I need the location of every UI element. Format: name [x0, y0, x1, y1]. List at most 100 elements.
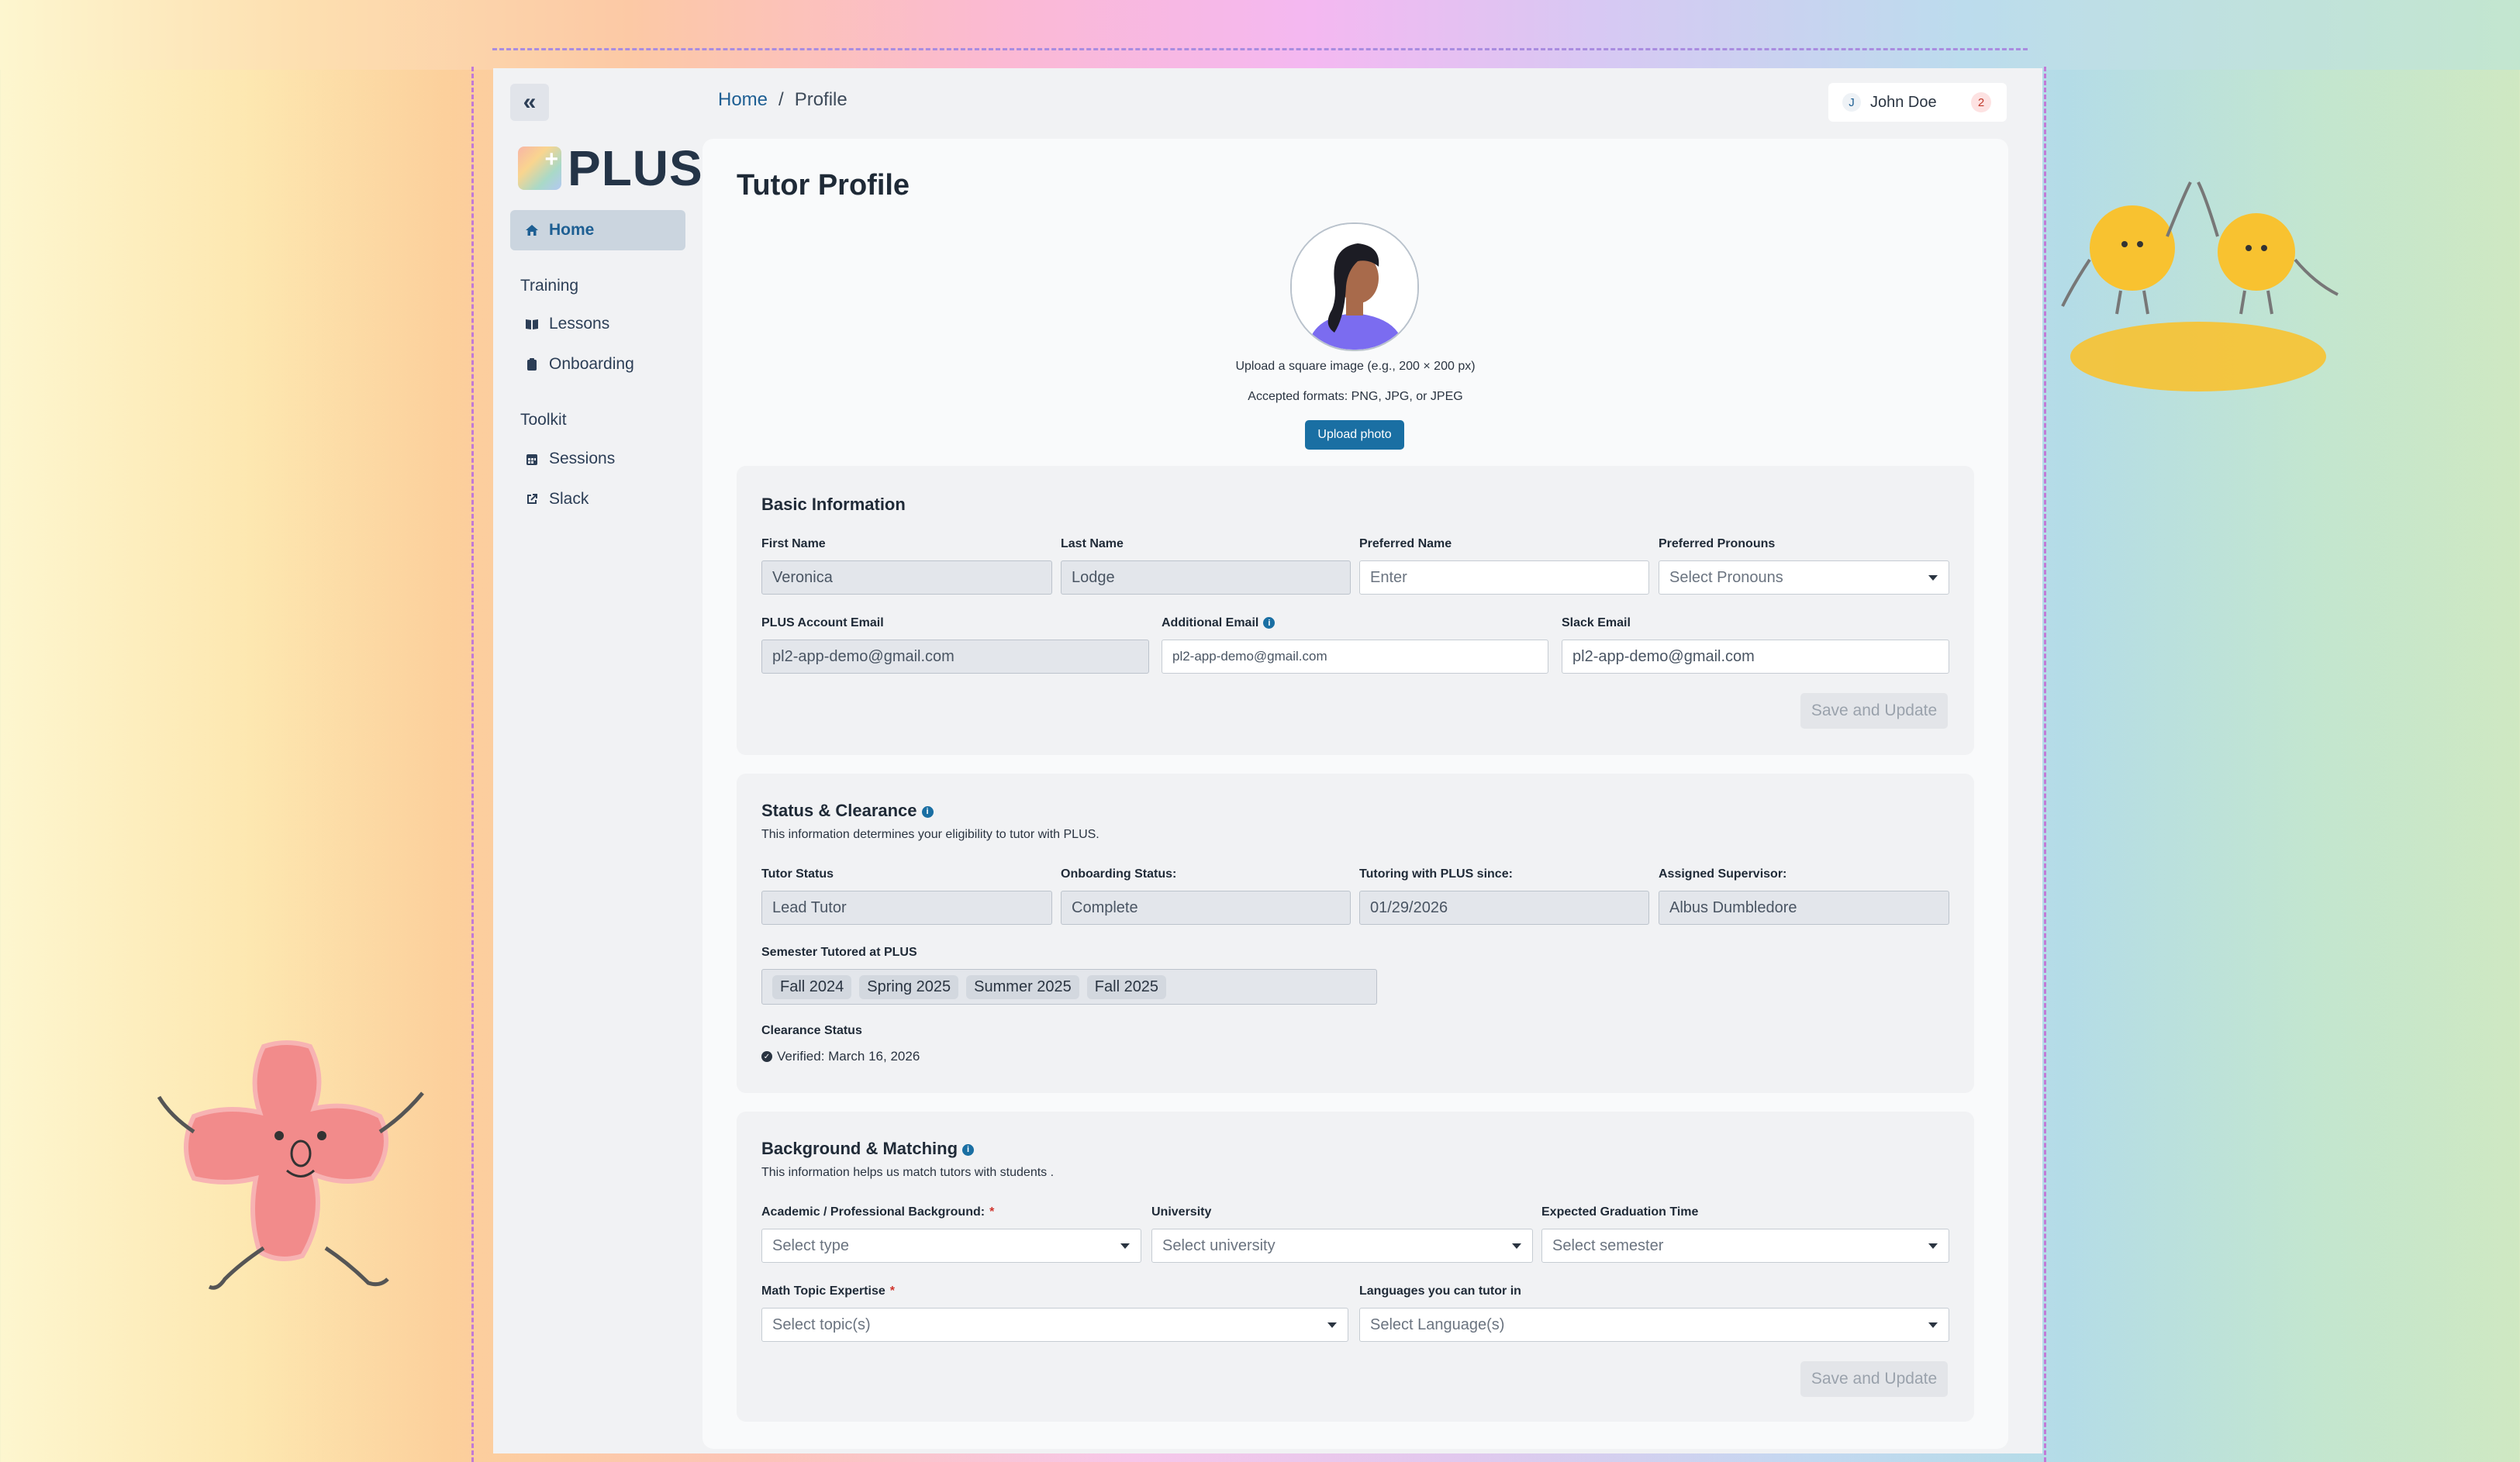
collapse-sidebar-button[interactable]: « — [510, 84, 549, 121]
plus-logo-mark: + — [518, 147, 561, 190]
info-icon[interactable]: i — [962, 1143, 975, 1156]
slack-email-input[interactable]: pl2-app-demo@gmail.com — [1562, 640, 1949, 674]
sidebar-item-slack[interactable]: Slack — [524, 490, 589, 509]
breadcrumb-home-link[interactable]: Home — [718, 89, 768, 111]
calendar-icon — [524, 451, 540, 467]
languages-label: Languages you can tutor in — [1359, 1284, 1521, 1298]
sidebar-item-label: Slack — [549, 490, 589, 508]
sidebar-item-label: Lessons — [549, 315, 610, 333]
required-marker: * — [989, 1205, 995, 1219]
languages-select[interactable]: Select Language(s) — [1359, 1308, 1949, 1342]
tutor-status-field: Lead Tutor — [761, 891, 1052, 925]
save-background-button[interactable]: Save and Update — [1800, 1361, 1948, 1397]
supervisor-field: Albus Dumbledore — [1659, 891, 1949, 925]
background-matching-title: Background & Matching i — [761, 1139, 975, 1159]
profile-avatar-illustration — [1292, 224, 1417, 350]
breadcrumb: Home / Profile — [718, 89, 847, 111]
semester-chip: Fall 2025 — [1086, 974, 1167, 999]
profile-photo[interactable] — [1290, 222, 1419, 351]
sidebar-item-lessons[interactable]: Lessons — [524, 315, 609, 333]
pronouns-select-value: Select Pronouns — [1669, 568, 1783, 586]
semester-chip: Summer 2025 — [966, 974, 1079, 999]
sidebar-item-home[interactable]: Home — [510, 210, 685, 250]
clearance-status-label: Clearance Status — [761, 1024, 862, 1037]
semester-chip: Spring 2025 — [859, 974, 959, 999]
upload-instructions: Upload a square image (e.g., 200 × 200 p… — [1235, 360, 1476, 373]
upload-formats: Accepted formats: PNG, JPG, or JPEG — [1248, 390, 1463, 403]
background-matching-title-text: Background & Matching — [761, 1139, 958, 1158]
status-clearance-title: Status & Clearance i — [761, 801, 934, 821]
clipboard-icon — [524, 357, 540, 372]
top-gradient-band — [0, 0, 2520, 70]
caret-down-icon — [1327, 1322, 1337, 1328]
plus-email-field[interactable]: pl2-app-demo@gmail.com — [761, 640, 1149, 674]
onboarding-status-field: Complete — [1061, 891, 1351, 925]
save-basic-button[interactable]: Save and Update — [1800, 693, 1948, 729]
first-name-label: First Name — [761, 537, 826, 550]
math-expertise-select[interactable]: Select topic(s) — [761, 1308, 1348, 1342]
math-expertise-value: Select topic(s) — [772, 1315, 871, 1333]
breadcrumb-separator: / — [778, 89, 784, 110]
required-marker: * — [889, 1284, 895, 1298]
university-label: University — [1151, 1205, 1212, 1219]
sidebar-section-toolkit: Toolkit — [520, 411, 567, 429]
university-select[interactable]: Select university — [1151, 1229, 1533, 1263]
graduation-select[interactable]: Select semester — [1541, 1229, 1949, 1263]
math-expertise-label-text: Math Topic Expertise — [761, 1284, 885, 1298]
background-matching-subtitle: This information helps us match tutors w… — [761, 1166, 1055, 1179]
user-avatar: J — [1842, 93, 1861, 112]
info-icon[interactable]: i — [921, 805, 934, 818]
supervisor-label: Assigned Supervisor: — [1659, 867, 1787, 881]
basic-information-title: Basic Information — [761, 495, 906, 514]
sidebar-item-label: Sessions — [549, 450, 616, 467]
notification-badge[interactable]: 2 — [1971, 92, 1991, 112]
upload-photo-button[interactable]: Upload photo — [1305, 420, 1404, 450]
breadcrumb-current: Profile — [794, 89, 847, 110]
pink-mascot-illustration — [157, 1040, 424, 1290]
status-clearance-subtitle: This information determines your eligibi… — [761, 828, 1099, 841]
yellow-mascots-illustration — [2061, 181, 2339, 391]
semesters-label: Semester Tutored at PLUS — [761, 946, 917, 959]
external-link-icon — [524, 491, 540, 507]
onboarding-status-label: Onboarding Status: — [1061, 867, 1177, 881]
academic-background-value: Select type — [772, 1236, 849, 1254]
semester-chip: Fall 2024 — [772, 974, 852, 999]
clearance-status: ✓ Verified: March 16, 2026 — [761, 1049, 920, 1064]
page-title: Tutor Profile — [737, 169, 910, 202]
info-icon[interactable]: i — [1263, 617, 1276, 629]
pronouns-select[interactable]: Select Pronouns — [1659, 560, 1949, 595]
first-name-field[interactable]: Veronica — [761, 560, 1052, 595]
additional-email-label: Additional Email i — [1162, 616, 1276, 630]
caret-down-icon — [1928, 1243, 1938, 1249]
frame-dashed-left — [471, 67, 474, 1462]
plus-logo[interactable]: + PLUS — [518, 140, 703, 197]
additional-email-label-text: Additional Email — [1162, 616, 1259, 629]
basic-information-section — [737, 466, 1974, 755]
tutoring-since-field: 01/29/2026 — [1359, 891, 1649, 925]
caret-down-icon — [1928, 1322, 1938, 1328]
additional-email-input[interactable]: pl2-app-demo@gmail.com — [1162, 640, 1548, 674]
last-name-field[interactable]: Lodge — [1061, 560, 1351, 595]
status-clearance-title-text: Status & Clearance — [761, 801, 917, 820]
frame-dashed-top — [492, 48, 2028, 50]
math-expertise-label: Math Topic Expertise * — [761, 1284, 895, 1298]
pronouns-label: Preferred Pronouns — [1659, 537, 1776, 550]
home-icon — [524, 222, 540, 238]
sidebar-item-onboarding[interactable]: Onboarding — [524, 355, 634, 374]
caret-down-icon — [1928, 575, 1938, 581]
academic-background-select[interactable]: Select type — [761, 1229, 1141, 1263]
languages-value: Select Language(s) — [1370, 1315, 1505, 1333]
semesters-field: Fall 2024 Spring 2025 Summer 2025 Fall 2… — [761, 969, 1377, 1005]
graduation-value: Select semester — [1552, 1236, 1664, 1254]
sidebar-section-training: Training — [520, 277, 579, 295]
user-menu[interactable]: J John Doe 2 — [1828, 83, 2007, 122]
preferred-name-input[interactable]: Enter — [1359, 560, 1649, 595]
last-name-label: Last Name — [1061, 537, 1124, 550]
book-icon — [524, 316, 540, 332]
graduation-label: Expected Graduation Time — [1541, 1205, 1699, 1219]
user-name: John Doe — [1870, 93, 1937, 111]
preferred-name-label: Preferred Name — [1359, 537, 1452, 550]
sidebar-item-sessions[interactable]: Sessions — [524, 450, 615, 468]
caret-down-icon — [1512, 1243, 1521, 1249]
academic-background-label-text: Academic / Professional Background: — [761, 1205, 986, 1219]
